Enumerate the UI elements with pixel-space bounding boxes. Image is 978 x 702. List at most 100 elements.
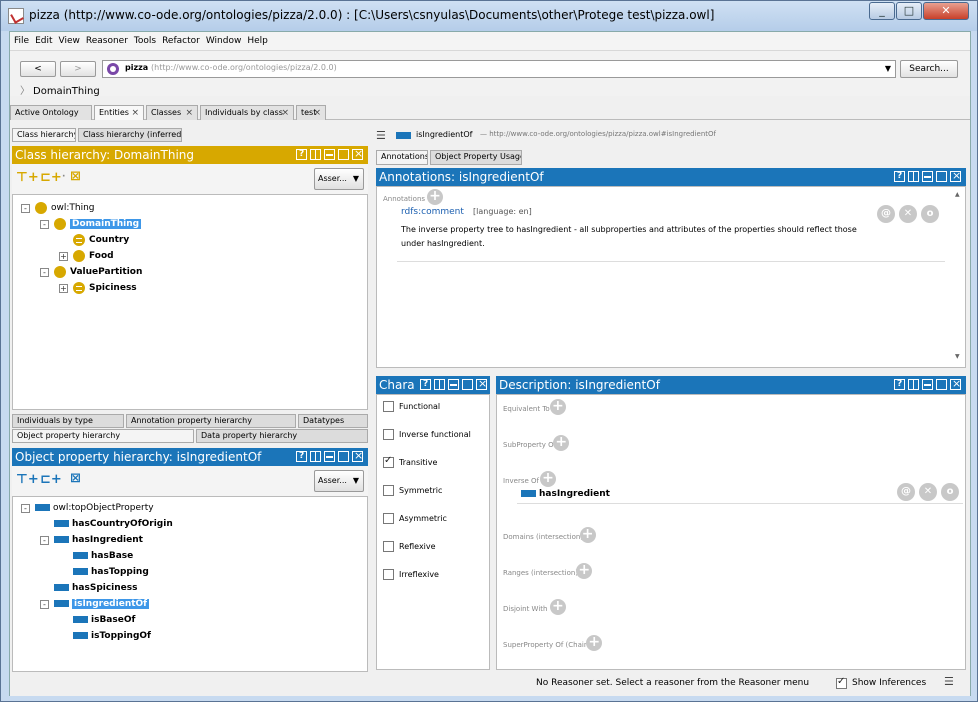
scroll-down-icon[interactable]: ▼ [955, 353, 960, 360]
split-icon[interactable] [434, 379, 445, 390]
add-subproperty-icon[interactable]: ⊤+ [16, 472, 39, 487]
maximize-icon[interactable] [338, 149, 349, 160]
tab-class-hierarchy[interactable]: Class hierarchy [12, 128, 76, 142]
help-icon[interactable] [894, 376, 905, 393]
delete-property-icon[interactable]: ⊠ [70, 471, 81, 486]
class-tree-node[interactable]: owl:Thing [35, 201, 95, 215]
add-subclass-icon[interactable]: ⊤+ [16, 170, 39, 185]
tab-annotation-property-hierarchy[interactable]: Annotation property hierarchy [126, 414, 296, 428]
tab-close-icon[interactable]: × [185, 106, 193, 120]
tab-close-icon[interactable]: × [313, 106, 321, 120]
tab-close-icon[interactable]: × [131, 106, 139, 120]
property-tree-node[interactable]: hasSpiciness [54, 581, 138, 595]
menu-item-help[interactable]: Help [247, 32, 268, 51]
inverse-of-entry[interactable]: hasIngredient [521, 487, 610, 501]
characteristic-checkbox-asymmetric[interactable] [383, 513, 394, 524]
tab-test[interactable]: test × [296, 105, 326, 120]
menu-item-refactor[interactable]: Refactor [162, 32, 200, 51]
add-superproperty-of-chain--icon[interactable]: + [586, 635, 603, 651]
maximize-button[interactable]: □ [896, 2, 922, 20]
help-icon[interactable] [420, 376, 431, 393]
add-annotation-icon[interactable]: + [427, 189, 443, 205]
tab-annotations[interactable]: Annotations [376, 150, 428, 165]
menu-item-tools[interactable]: Tools [134, 32, 156, 51]
add-inverse-of-icon[interactable]: + [540, 471, 556, 487]
maximize-icon[interactable] [936, 379, 947, 390]
asserted-dropdown[interactable]: Asser... ▼ [314, 470, 364, 492]
close-icon[interactable] [352, 448, 363, 465]
help-icon[interactable] [894, 168, 905, 185]
back-button[interactable]: < [20, 61, 56, 77]
list-icon[interactable]: ☰ [376, 129, 386, 142]
delete-x-icon[interactable]: ✕ [919, 483, 937, 501]
menu-item-reasoner[interactable]: Reasoner [86, 32, 128, 51]
log-list-icon[interactable]: ☰ [944, 675, 954, 688]
tab-class-hierarchy-inferred[interactable]: Class hierarchy (inferred) [78, 128, 182, 142]
maximize-icon[interactable] [338, 451, 349, 462]
property-tree-node[interactable]: isToppingOf [73, 629, 151, 643]
property-tree-node[interactable]: hasIngredient [54, 533, 143, 547]
close-icon[interactable] [352, 146, 363, 163]
tab-object-property-usage[interactable]: Object Property Usage [430, 150, 522, 165]
property-tree-node[interactable]: isBaseOf [73, 613, 135, 627]
tree-toggle-icon[interactable]: - [21, 204, 30, 213]
characteristic-checkbox-irreflexive[interactable] [383, 569, 394, 580]
minimize-button[interactable]: _ [869, 2, 895, 20]
tree-toggle-icon[interactable]: - [40, 268, 49, 277]
delete-class-icon[interactable]: ⊠ [70, 169, 81, 184]
split-icon[interactable] [908, 379, 919, 390]
tab-object-property-hierarchy[interactable]: Object property hierarchy [12, 429, 194, 443]
add-sibling-class-icon[interactable]: ⊏+ [40, 170, 62, 185]
tab-entities[interactable]: Entities × [94, 105, 144, 120]
property-tree-node[interactable]: owl:topObjectProperty [35, 501, 154, 515]
class-tree-node[interactable]: DomainThing [54, 217, 142, 231]
title-bar[interactable]: pizza (http://www.co-ode.org/ontologies/… [1, 1, 977, 31]
add-ranges-intersection--icon[interactable]: + [576, 563, 593, 579]
property-tree-node[interactable]: hasCountryOfOrigin [54, 517, 173, 531]
maximize-icon[interactable] [936, 171, 947, 182]
close-window-button[interactable]: ✕ [923, 2, 969, 20]
scroll-up-icon[interactable]: ▲ [955, 191, 960, 198]
property-tree-node[interactable]: isIngredientOf [54, 597, 150, 611]
property-tree-node[interactable]: hasTopping [73, 565, 149, 579]
split-icon[interactable] [310, 451, 321, 462]
search-button[interactable]: Search... [900, 60, 958, 78]
characteristic-checkbox-inverse-functional[interactable] [383, 429, 394, 440]
menu-item-view[interactable]: View [59, 32, 80, 51]
add-disjoint-with-icon[interactable]: + [549, 599, 566, 615]
tab-active-ontology[interactable]: Active Ontology [10, 105, 92, 120]
tree-toggle-icon[interactable]: - [40, 600, 49, 609]
split-icon[interactable] [310, 149, 321, 160]
edit-circle-icon[interactable]: o [921, 205, 939, 223]
close-icon[interactable] [950, 168, 961, 185]
class-tree-node[interactable]: ValuePartition [54, 265, 142, 279]
breadcrumb[interactable]: 〉 DomainThing [20, 82, 100, 97]
chevron-down-icon[interactable]: ▼ [885, 64, 891, 73]
menu-item-file[interactable]: File [14, 32, 29, 51]
characteristic-checkbox-symmetric[interactable] [383, 485, 394, 496]
tab-datatypes[interactable]: Datatypes [298, 414, 368, 428]
tab-close-icon[interactable]: × [281, 106, 289, 120]
tab-classes[interactable]: Classes × [146, 105, 198, 120]
menu-item-window[interactable]: Window [206, 32, 242, 51]
annotation-property[interactable]: rdfs:comment [401, 207, 464, 217]
property-tree-node[interactable]: hasBase [73, 549, 133, 563]
tree-toggle-icon[interactable]: + [59, 252, 68, 261]
minimize-icon[interactable] [922, 171, 933, 182]
tab-individuals-by-type[interactable]: Individuals by type [12, 414, 124, 428]
characteristic-checkbox-transitive[interactable] [383, 455, 394, 468]
minimize-icon[interactable] [922, 379, 933, 390]
annotate-at-icon[interactable]: @ [877, 205, 895, 223]
menu-item-edit[interactable]: Edit [35, 32, 52, 51]
tree-toggle-icon[interactable]: - [21, 504, 30, 513]
class-tree-node[interactable]: Spiciness [73, 281, 137, 295]
ontology-selector[interactable]: pizza (http://www.co-ode.org/ontologies/… [102, 60, 896, 78]
add-subproperty-of-icon[interactable]: + [553, 435, 570, 451]
close-icon[interactable] [476, 376, 487, 393]
delete-x-icon[interactable]: ✕ [899, 205, 917, 223]
minimize-icon[interactable] [324, 451, 335, 462]
tab-data-property-hierarchy[interactable]: Data property hierarchy [196, 429, 368, 443]
minimize-icon[interactable] [448, 379, 459, 390]
class-tree-node[interactable]: Food [73, 249, 114, 263]
tree-toggle-icon[interactable]: - [40, 536, 49, 545]
